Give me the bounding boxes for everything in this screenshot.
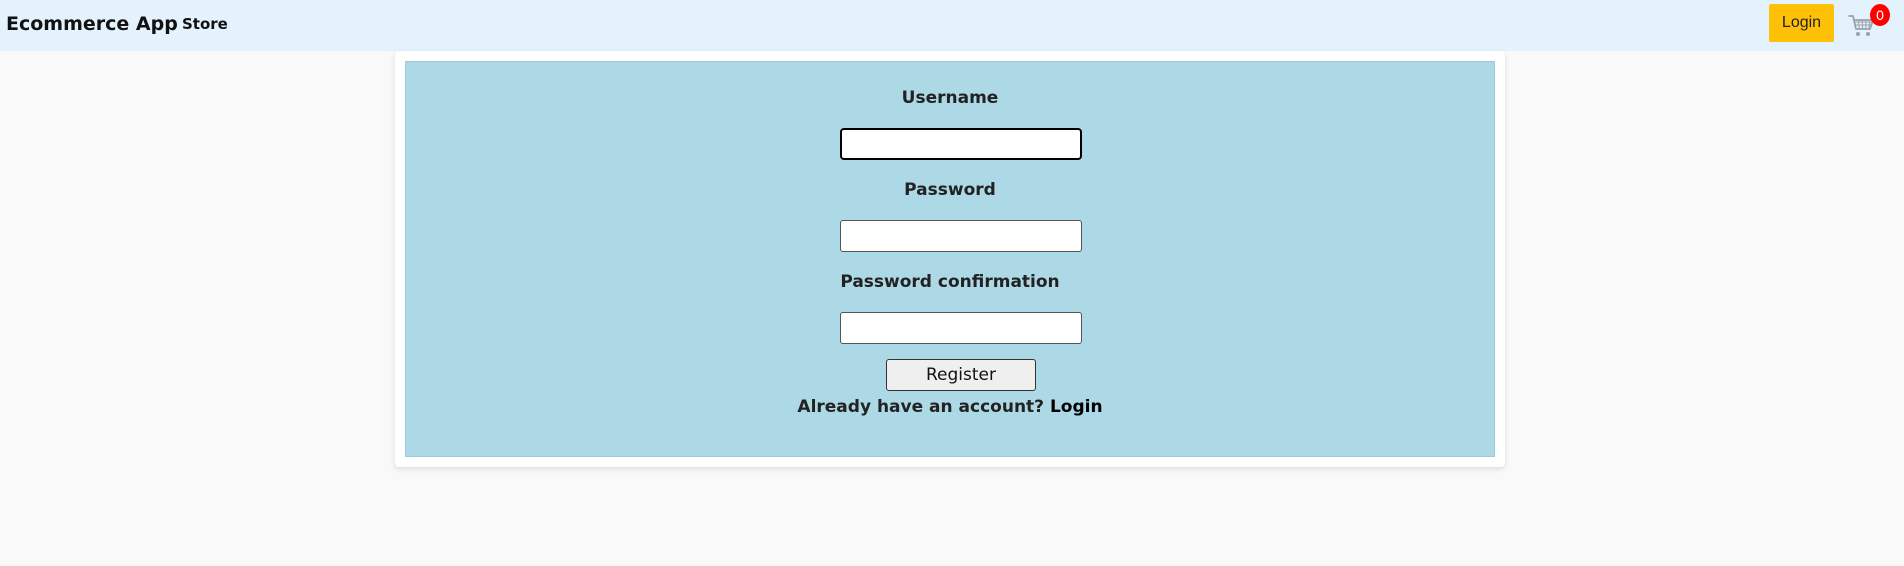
password-label: Password: [904, 180, 996, 200]
login-prompt: Already have an account? Login: [406, 396, 1494, 418]
register-form: Username Password Password confirmation …: [405, 61, 1495, 457]
navbar: Ecommerce App Store Login 0: [0, 0, 1904, 51]
login-link[interactable]: Login: [1050, 397, 1103, 417]
username-label: Username: [901, 88, 999, 108]
password-confirmation-input[interactable]: [840, 312, 1082, 344]
account-prompt-text: Already have an account?: [797, 397, 1050, 417]
login-button[interactable]: Login: [1769, 4, 1834, 42]
cart-count-badge: 0: [1870, 4, 1890, 26]
nav-link-store[interactable]: Store: [182, 14, 228, 34]
username-input[interactable]: [840, 128, 1082, 160]
password-input[interactable]: [840, 220, 1082, 252]
brand-title[interactable]: Ecommerce App: [6, 12, 178, 36]
register-card: Username Password Password confirmation …: [395, 51, 1505, 467]
password-confirmation-label: Password confirmation: [840, 272, 1060, 292]
register-button[interactable]: Register: [886, 359, 1036, 391]
